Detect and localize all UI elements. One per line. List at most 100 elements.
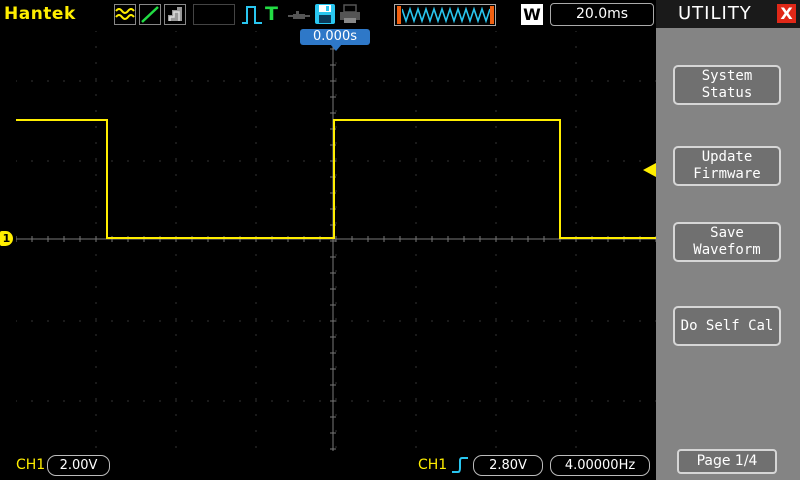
grid-dot: [415, 222, 417, 224]
grid-dot: [623, 160, 625, 162]
grid-dot: [287, 320, 289, 322]
close-button[interactable]: X: [777, 4, 796, 23]
grid-dot: [303, 160, 305, 162]
grid-dot: [175, 320, 177, 322]
grid-dot: [495, 366, 497, 368]
grid-dot: [495, 430, 497, 432]
grid-dot: [383, 320, 385, 322]
trigger-level[interactable]: 2.80V: [473, 455, 543, 476]
save-waveform-button[interactable]: Save Waveform: [673, 222, 781, 262]
grid-dot: [175, 366, 177, 368]
grid-dot: [383, 400, 385, 402]
do-self-cal-button[interactable]: Do Self Cal: [673, 306, 781, 346]
grid-dot: [383, 80, 385, 82]
grid-dot: [511, 320, 513, 322]
grid-dot: [303, 400, 305, 402]
grid-dot: [479, 320, 481, 322]
grid-dot: [415, 46, 417, 48]
grid-dot: [415, 382, 417, 384]
timebase-readout[interactable]: 20.0ms: [550, 3, 654, 26]
trigger-t-icon[interactable]: T: [265, 3, 278, 25]
waveform-mode-icon[interactable]: [114, 4, 136, 25]
grid-dot: [95, 446, 97, 448]
grid-dot: [175, 80, 177, 82]
grid-dot: [319, 160, 321, 162]
timebase-mode-badge: W: [521, 4, 543, 25]
grid-dot: [95, 366, 97, 368]
grid-dot: [431, 320, 433, 322]
grid-dot: [575, 302, 577, 304]
grid-dot: [575, 126, 577, 128]
grid-dot: [31, 400, 33, 402]
grid-dot: [95, 80, 97, 82]
grid-dot: [175, 400, 177, 402]
grid-dot: [591, 320, 593, 322]
ch1-ground-marker[interactable]: 1: [0, 231, 13, 246]
grid-dot: [175, 350, 177, 352]
pulse-icon[interactable]: [241, 5, 263, 29]
grid-dot: [95, 206, 97, 208]
grid-dot: [575, 222, 577, 224]
grid-dot: [239, 400, 241, 402]
grid-dot: [431, 400, 433, 402]
grid-dot: [95, 430, 97, 432]
grid-dot: [495, 46, 497, 48]
grid-dot: [591, 80, 593, 82]
grid-dot: [495, 160, 497, 162]
grid-dot: [415, 94, 417, 96]
grid-dot: [271, 400, 273, 402]
grid-dot: [319, 400, 321, 402]
grid-dot: [511, 80, 513, 82]
line-mode-icon[interactable]: [139, 4, 161, 25]
grid-dot: [255, 62, 257, 64]
grid-dot: [415, 318, 417, 320]
grid-dot: [415, 400, 417, 402]
grid-dot: [239, 320, 241, 322]
grid-dot: [575, 400, 577, 402]
persist-icon[interactable]: [164, 4, 186, 25]
grid-dot: [367, 400, 369, 402]
blank-indicator: [193, 4, 235, 25]
grid-dot: [527, 400, 529, 402]
grid-dot: [575, 382, 577, 384]
grid-dot: [255, 382, 257, 384]
grid-dot: [127, 320, 129, 322]
grid-dot: [63, 320, 65, 322]
grid-dot: [575, 286, 577, 288]
grid-dot: [207, 160, 209, 162]
printer-icon[interactable]: [339, 4, 361, 28]
trigger-level-marker[interactable]: [643, 163, 656, 177]
page-indicator-button[interactable]: Page 1/4: [677, 449, 777, 474]
grid-dot: [431, 80, 433, 82]
grid-dot: [335, 222, 337, 224]
grid-dot: [95, 190, 97, 192]
grid-dot: [511, 160, 513, 162]
grid-dot: [175, 446, 177, 448]
grid-dot: [495, 446, 497, 448]
grid-dot: [223, 400, 225, 402]
grid-dot: [47, 320, 49, 322]
ch1-scale[interactable]: 2.00V: [47, 455, 110, 476]
grid-dot: [31, 80, 33, 82]
grid-dot: [575, 142, 577, 144]
grid-dot: [543, 400, 545, 402]
grid-dot: [335, 350, 337, 352]
grid-dot: [271, 320, 273, 322]
save-disk-icon[interactable]: [314, 3, 336, 29]
grid-dot: [95, 126, 97, 128]
grid-dot: [415, 160, 417, 162]
grid-dot: [415, 206, 417, 208]
grid-dot: [255, 94, 257, 96]
update-firmware-button[interactable]: Update Firmware: [673, 146, 781, 186]
trigger-position-marker[interactable]: 0.000s: [300, 29, 370, 45]
grid-dot: [303, 80, 305, 82]
grid-dot: [255, 366, 257, 368]
grid-dot: [271, 160, 273, 162]
system-status-button[interactable]: System Status: [673, 65, 781, 105]
grid-dot: [303, 320, 305, 322]
grid-dot: [575, 206, 577, 208]
grid-dot: [495, 398, 497, 400]
grid-dot: [207, 320, 209, 322]
grid-dot: [175, 206, 177, 208]
grid-dot: [495, 190, 497, 192]
